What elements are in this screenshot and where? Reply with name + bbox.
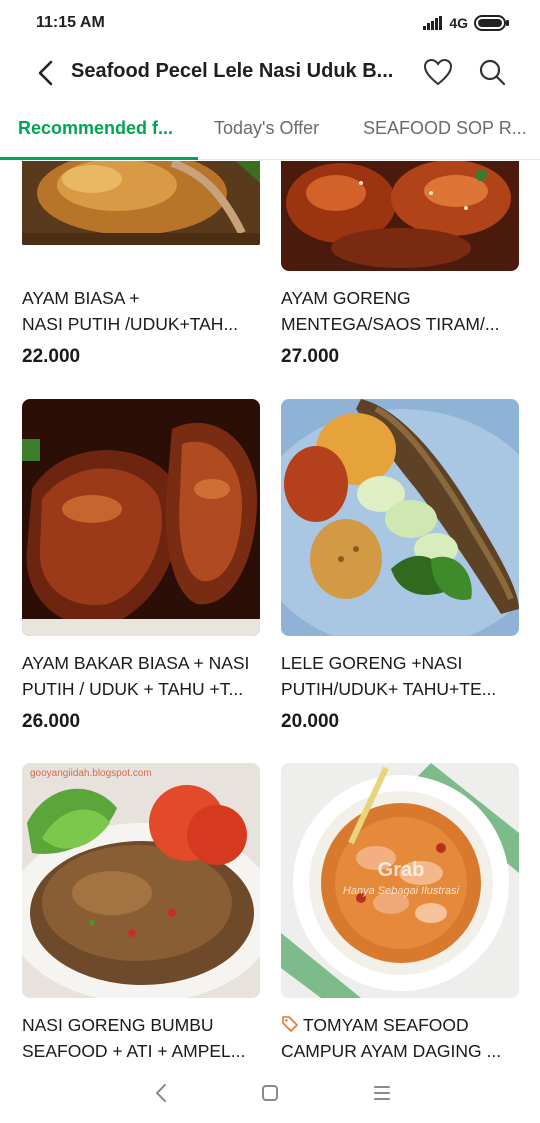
menu-item-name: TOMYAM SEAFOOD CAMPUR AYAM DAGING ... [281,1015,502,1061]
status-icons: 4G [423,14,510,32]
tab-recommended[interactable]: Recommended f... [18,118,173,139]
menu-grid: AYAM BIASA + NASI PUTIH /UDUK+TAH... 22.… [0,161,540,1066]
favorite-button[interactable] [422,56,454,88]
menu-item-name: NASI GORENG BUMBU SEAFOOD + ATI + AMPEL.… [22,1015,246,1061]
heart-icon [423,58,453,86]
category-tabs: Recommended f... Today's Offer SEAFOOD S… [0,104,540,160]
battery-icon [474,15,509,31]
promo-tag-icon [282,1016,298,1032]
menu-item-image-grilled-chicken [22,399,260,636]
store-title: Seafood Pecel Lele Nasi Uduk B... [71,60,394,82]
nav-back-button[interactable] [146,1078,176,1108]
back-button[interactable] [30,57,62,89]
status-bar: 11:15 AM 4G [0,0,540,46]
watermark-blog: gooyangiidah.blogspot.com [30,768,152,779]
menu-item-image-fried-rice: gooyangiidah.blogspot.com [22,763,260,998]
menu-item-price: 27.000 [281,346,340,367]
nav-back-icon [156,1084,166,1102]
tab-seafood-sop[interactable]: SEAFOOD SOP R... [363,118,527,139]
menu-item-name: AYAM BIASA + NASI PUTIH /UDUK+TAH... [22,288,239,334]
menu-item-price: 20.000 [281,711,340,732]
nav-home-button[interactable] [255,1078,285,1108]
watermark-caption: Hanya Sebagai Ilustrasi [343,885,460,897]
menu-item-price: 26.000 [22,711,81,732]
system-nav-bar [0,1066,540,1123]
network-type: 4G [449,15,468,31]
nav-home-icon [262,1085,278,1101]
menu-item-image-glazed-wings [281,161,519,271]
status-time: 11:15 AM [36,14,105,31]
menu-item-image-fried-chicken [22,161,260,245]
menu-item-image-tomyam-soup: Grab Hanya Sebagai Ilustrasi [281,763,519,998]
menu-item-price: 22.000 [22,346,81,367]
search-button[interactable] [476,56,508,88]
menu-item-name: AYAM GORENG MENTEGA/SAOS TIRAM/... [281,288,500,334]
menu-item-image-fried-catfish-plate [281,399,519,636]
watermark-grab: Grab [378,859,425,881]
store-header: Seafood Pecel Lele Nasi Uduk B... [0,46,540,100]
signal-icon [423,16,443,30]
menu-item-name: AYAM BAKAR BIASA + NASI PUTIH / UDUK + T… [22,653,250,699]
search-icon [479,59,506,86]
nav-menu-icon [374,1086,390,1100]
menu-item-name: LELE GORENG +NASI PUTIH/UDUK+ TAHU+TE... [281,653,497,699]
back-arrow-icon [38,60,53,86]
active-tab-indicator [0,157,198,160]
nav-menu-button[interactable] [367,1078,397,1108]
tab-todays-offer[interactable]: Today's Offer [214,118,319,139]
